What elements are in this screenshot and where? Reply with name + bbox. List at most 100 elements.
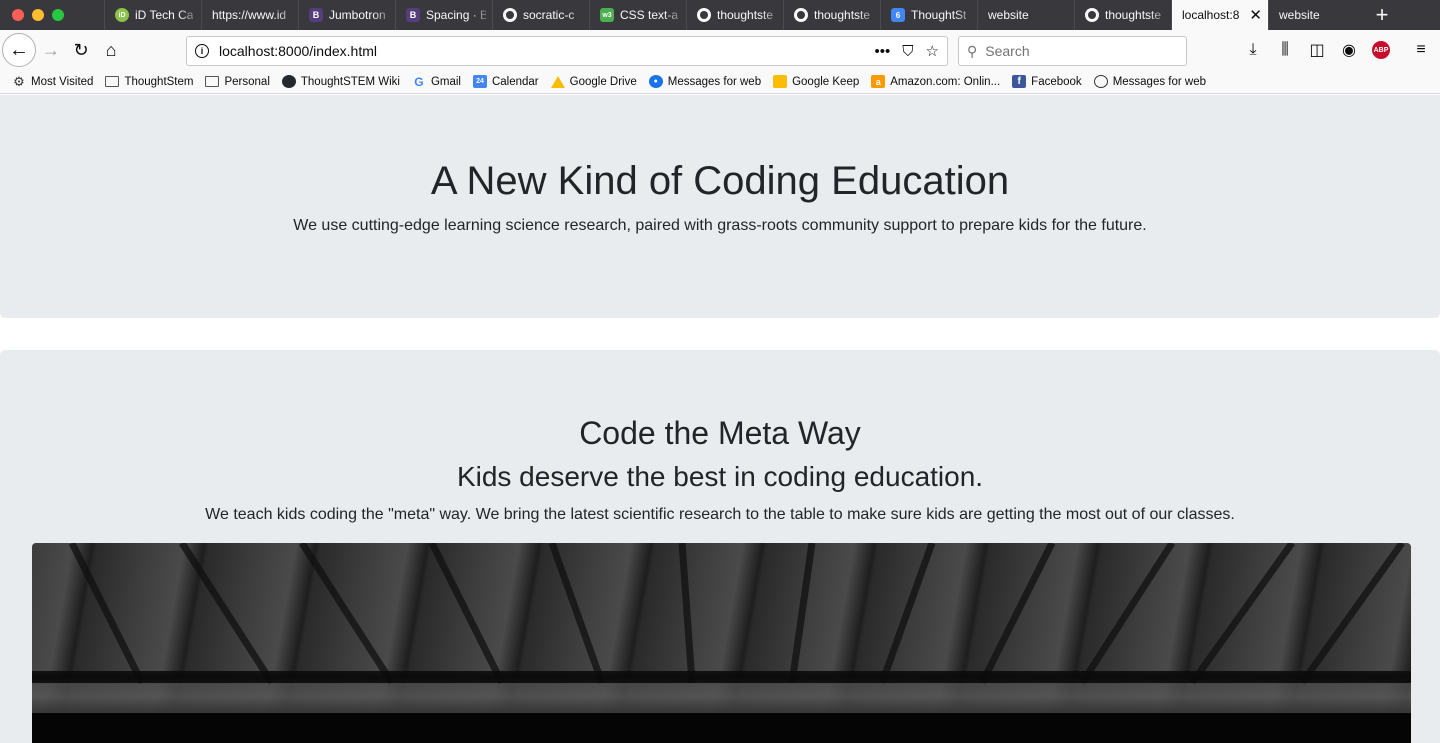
messages-icon: ● — [648, 75, 663, 88]
bookmark-item[interactable]: a Amazon.com: Onlin... — [871, 75, 1000, 88]
tab[interactable]: 6 ThoughtSt — [880, 0, 977, 30]
home-button[interactable]: ⌂ — [96, 35, 126, 65]
hero-lead: We use cutting-edge learning science res… — [293, 217, 1147, 234]
bookmark-item[interactable]: ⚙ Most Visited — [12, 73, 93, 89]
amazon-icon: a — [871, 75, 886, 88]
library-button[interactable]: ⫼ — [1274, 35, 1296, 65]
bookmark-item[interactable]: 24 Calendar — [472, 75, 539, 88]
menu-button[interactable]: ≡ — [1410, 35, 1432, 65]
arrow-left-icon: ← — [9, 38, 29, 61]
url-bar-actions: ••• ⛉ ☆ — [875, 42, 939, 61]
bookmark-item[interactable]: ● Messages for web — [648, 75, 762, 88]
gear-icon: ⚙ — [13, 73, 25, 89]
hero-title: A New Kind of Coding Education — [430, 159, 1010, 203]
reload-button[interactable]: ↻ — [66, 35, 96, 65]
account-icon: ◉ — [1342, 42, 1356, 59]
hamburger-menu-icon: ≡ — [1416, 41, 1426, 58]
tab[interactable]: iD iD Tech Ca — [104, 0, 201, 30]
page-viewport[interactable]: A New Kind of Coding Education We use cu… — [0, 95, 1440, 743]
bookmark-item[interactable]: f Facebook — [1012, 75, 1082, 88]
maximize-window-button[interactable] — [52, 9, 64, 21]
tab-strip: iD iD Tech Ca https://www.id B Jumbotron… — [0, 0, 1440, 30]
ceiling-beams-graphic — [32, 543, 1411, 743]
w3schools-favicon-icon: w3 — [600, 8, 614, 22]
classroom-photo — [32, 543, 1411, 743]
url-bar[interactable]: i localhost:8000/index.html ••• ⛉ ☆ — [186, 36, 948, 66]
hero-jumbotron: A New Kind of Coding Education We use cu… — [0, 95, 1440, 318]
bookmark-item[interactable]: Google Drive — [550, 75, 637, 88]
bookmark-label: Calendar — [491, 75, 539, 88]
home-icon: ⌂ — [105, 39, 117, 60]
calendar-favicon-icon: 6 — [891, 8, 905, 22]
bookmark-item[interactable]: ThoughtSTEM Wiki — [281, 75, 400, 88]
tab[interactable]: B Spacing · B — [395, 0, 492, 30]
folder-icon — [205, 76, 220, 87]
section-subtitle: Kids deserve the best in coding educatio… — [456, 461, 984, 492]
github-favicon-icon — [1085, 8, 1099, 22]
bookmark-folder[interactable]: ThoughtStem — [105, 76, 193, 88]
close-tab-icon[interactable]: ✕ — [1249, 6, 1262, 24]
page-actions-icon[interactable]: ••• — [875, 43, 891, 60]
github-favicon-icon — [503, 8, 517, 22]
bookmark-label: Messages for web — [667, 75, 762, 88]
search-placeholder: Search — [985, 43, 1030, 59]
bookmark-item[interactable]: G Gmail — [412, 74, 461, 89]
bookmark-item[interactable]: Messages for web — [1093, 75, 1207, 88]
bookmarks-bar: ⚙ Most Visited ThoughtStem Personal Thoug… — [0, 70, 1440, 94]
window-controls — [0, 0, 104, 30]
forward-button[interactable]: → — [36, 35, 66, 65]
bootstrap-favicon-icon: B — [309, 8, 323, 22]
bookmark-label: Messages for web — [1112, 75, 1207, 88]
tab[interactable]: B Jumbotron — [298, 0, 395, 30]
close-window-button[interactable] — [12, 9, 24, 21]
github-favicon-icon — [794, 8, 808, 22]
tab[interactable]: thoughtste — [783, 0, 880, 30]
tab[interactable]: w3 CSS text-a — [589, 0, 686, 30]
tab-label: https://www.id — [212, 8, 287, 22]
reload-icon: ↻ — [73, 39, 89, 60]
bootstrap-favicon-icon: B — [406, 8, 420, 22]
github-icon — [281, 75, 296, 88]
info-icon[interactable]: i — [195, 44, 209, 58]
tab[interactable]: website — [1268, 0, 1365, 30]
tab-label: localhost:8 — [1182, 8, 1240, 22]
new-tab-button[interactable]: + — [1367, 0, 1397, 30]
back-button[interactable]: ← — [2, 33, 36, 67]
sidebar-icon: ◫ — [1309, 42, 1325, 59]
adblock-plus-icon: ABP — [1372, 41, 1390, 59]
section-title: Code the Meta Way — [579, 415, 861, 451]
tab[interactable]: thoughtste — [1074, 0, 1171, 30]
pocket-icon[interactable]: ⛉ — [902, 43, 913, 60]
tab[interactable]: thoughtste — [686, 0, 783, 30]
tab[interactable]: socratic-c — [492, 0, 589, 30]
tab-label: website — [988, 8, 1029, 22]
sidebar-button[interactable]: ◫ — [1306, 35, 1328, 65]
tab[interactable]: https://www.id — [201, 0, 298, 30]
adblock-button[interactable]: ABP — [1370, 35, 1392, 65]
google-icon: G — [414, 74, 424, 89]
bookmark-label: Facebook — [1031, 75, 1082, 88]
bookmark-folder[interactable]: Personal — [205, 76, 270, 88]
downloads-button[interactable]: ⤓ — [1242, 35, 1264, 65]
globe-icon — [1093, 75, 1108, 88]
toolbar-right: ⤓ ⫼ ◫ ◉ ABP ≡ — [1242, 35, 1432, 65]
id-tech-favicon-icon: iD — [115, 8, 129, 22]
tab[interactable]: website — [977, 0, 1074, 30]
bookmark-star-icon[interactable]: ☆ — [926, 42, 939, 60]
calendar-icon: 24 — [472, 75, 487, 88]
minimize-window-button[interactable] — [32, 9, 44, 21]
account-button[interactable]: ◉ — [1338, 35, 1360, 65]
meta-way-jumbotron: Code the Meta Way Kids deserve the best … — [0, 350, 1440, 743]
url-text[interactable]: localhost:8000/index.html — [219, 43, 377, 59]
arrow-right-icon: → — [42, 39, 60, 60]
bookmark-label: Google Drive — [569, 75, 637, 88]
tab-label: website — [1279, 8, 1320, 22]
bookmark-item[interactable]: Google Keep — [773, 75, 859, 88]
keep-icon — [773, 75, 788, 88]
search-input[interactable]: ⚲ Search — [958, 36, 1187, 66]
tab-active[interactable]: localhost:8 ✕ — [1171, 0, 1268, 30]
library-icon: ⫼ — [1281, 41, 1289, 58]
bookmark-label: ThoughtSTEM Wiki — [300, 75, 400, 88]
bookmark-label: Google Keep — [792, 75, 860, 88]
bookmark-label: Amazon.com: Onlin... — [890, 75, 1001, 88]
